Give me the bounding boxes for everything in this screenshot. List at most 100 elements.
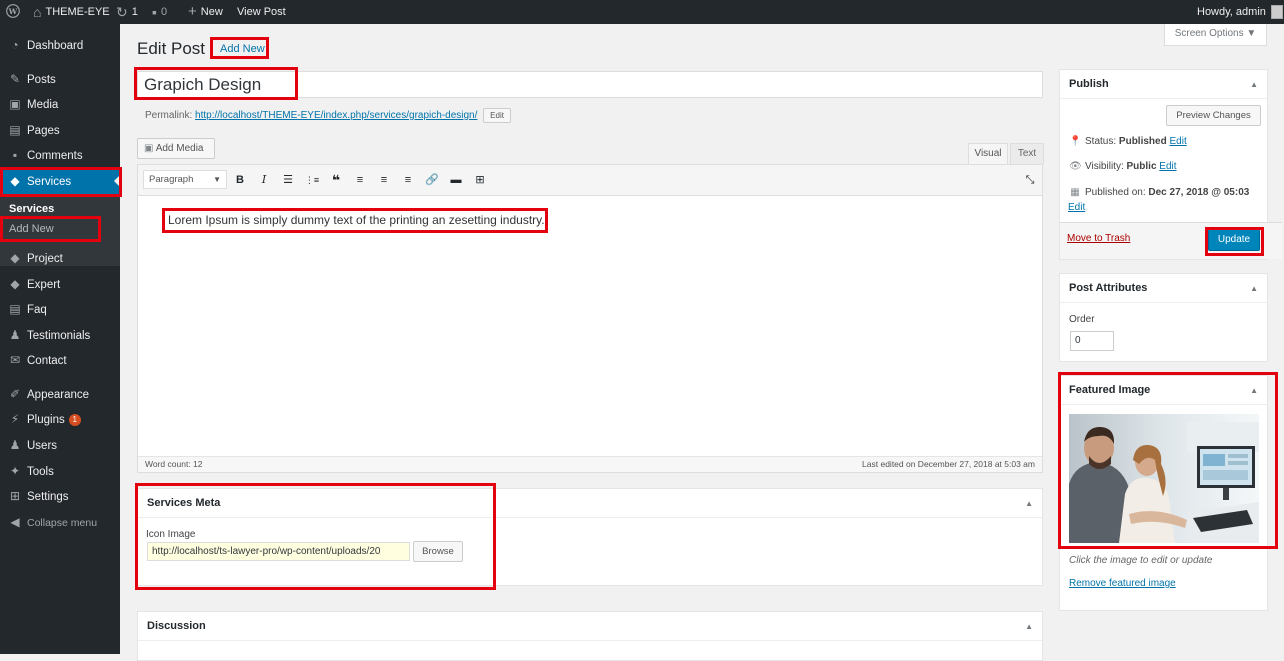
- user-icon: ♟: [9, 328, 21, 342]
- order-input[interactable]: 0: [1070, 331, 1114, 351]
- align-center-icon[interactable]: ≡: [375, 171, 393, 189]
- menu-expert[interactable]: ◆ Expert: [0, 273, 120, 295]
- bold-icon[interactable]: B: [231, 171, 249, 189]
- menu-comments[interactable]: ▪ Comments: [0, 144, 120, 166]
- post-attributes-header[interactable]: Post Attributes ▲: [1060, 274, 1267, 303]
- permalink: Permalink: http://localhost/THEME-EYE/in…: [145, 108, 511, 123]
- comment-icon: ▪: [152, 4, 157, 21]
- published-on-row: ▦ Published on: Dec 27, 2018 @ 05:03: [1070, 187, 1250, 198]
- add-media-button[interactable]: ▣ Add Media: [137, 138, 215, 159]
- email-icon: ✉: [9, 353, 21, 367]
- align-right-icon[interactable]: ≡: [399, 171, 417, 189]
- services-meta-box: Services Meta ▲: [137, 488, 1043, 586]
- menu-contact[interactable]: ✉ Contact: [0, 349, 120, 371]
- plugins-badge: 1: [68, 413, 81, 426]
- editor-status-bar: Word count: 12 Last edited on December 2…: [138, 456, 1042, 472]
- tab-visual[interactable]: Visual: [968, 143, 1008, 164]
- icon-image-label: Icon Image: [146, 529, 196, 540]
- menu-media[interactable]: ▣ Media: [0, 93, 120, 115]
- add-new-post-link[interactable]: Add New: [220, 43, 265, 55]
- page-title: Edit Post: [137, 39, 206, 58]
- caret-down-icon: ▼: [213, 175, 221, 184]
- last-edited: Last edited on December 27, 2018 at 5:03…: [862, 459, 1035, 469]
- menu-collapse[interactable]: ◀ Collapse menu: [0, 511, 120, 533]
- tag-icon: ◆: [10, 251, 20, 265]
- wrench-icon: ✦: [9, 464, 21, 478]
- menu-faq[interactable]: ▤ Faq: [0, 298, 120, 320]
- submenu-add-new[interactable]: Add New: [9, 223, 54, 235]
- featured-image-thumbnail[interactable]: [1069, 414, 1259, 543]
- my-account-link[interactable]: Howdy, admin: [1197, 0, 1283, 24]
- screen-options-button[interactable]: Screen Options ▼: [1164, 24, 1267, 46]
- link-icon[interactable]: 🔗: [423, 171, 441, 189]
- collapse-arrow-icon[interactable]: ▲: [1025, 612, 1033, 641]
- permalink-edit-button[interactable]: Edit: [483, 108, 511, 123]
- home-icon: ⌂: [33, 4, 42, 21]
- browse-button[interactable]: Browse: [413, 541, 463, 562]
- settings-icon: ⊞: [9, 489, 21, 503]
- site-name-link[interactable]: ⌂ THEME-EYE: [33, 0, 110, 24]
- permalink-url[interactable]: http://localhost/THEME-EYE/index.php/ser…: [195, 110, 477, 121]
- menu-pages[interactable]: ▤ Pages: [0, 119, 120, 141]
- discussion-header[interactable]: Discussion ▲: [138, 612, 1042, 641]
- admin-bar: W ⌂ THEME-EYE ↻ 1 ▪ 0 + New View Post Howdy,…: [0, 0, 1284, 24]
- menu-appearance[interactable]: ✐ Appearance: [0, 383, 120, 405]
- align-left-icon[interactable]: ≡: [351, 171, 369, 189]
- services-meta-header[interactable]: Services Meta ▲: [138, 489, 1042, 518]
- toolbar-toggle-icon[interactable]: ⊞: [471, 171, 489, 189]
- comment-icon: ▪: [12, 148, 18, 162]
- plus-icon: +: [188, 3, 197, 21]
- italic-icon[interactable]: I: [255, 171, 273, 189]
- submenu-services[interactable]: Services: [9, 203, 54, 215]
- tab-text[interactable]: Text: [1010, 143, 1044, 164]
- eye-icon: 👁: [1069, 161, 1082, 172]
- menu-settings[interactable]: ⊞ Settings: [0, 485, 120, 507]
- menu-users[interactable]: ♟ Users: [0, 434, 120, 456]
- visibility-edit-link[interactable]: Edit: [1159, 161, 1176, 172]
- menu-dashboard[interactable]: ◔ Dashboard: [0, 34, 120, 56]
- pages-icon: ▤: [9, 123, 21, 137]
- updates-icon: ↻: [116, 4, 128, 21]
- collapse-arrow-icon[interactable]: ▲: [1250, 274, 1258, 303]
- collapse-arrow-icon[interactable]: ▲: [1025, 489, 1033, 518]
- pin-icon: ✎: [9, 72, 21, 86]
- users-icon: ♟: [9, 438, 21, 452]
- comments-link[interactable]: ▪ 0: [152, 0, 167, 24]
- post-title-input[interactable]: Grapich Design: [137, 71, 1043, 98]
- menu-services[interactable]: ◆ Services: [0, 167, 120, 195]
- view-post-link[interactable]: View Post: [237, 0, 286, 24]
- published-on-edit-link[interactable]: Edit: [1068, 202, 1085, 213]
- menu-plugins[interactable]: ⚡ Plugins 1: [0, 408, 120, 430]
- collapse-arrow-icon[interactable]: ▲: [1250, 376, 1258, 405]
- faq-icon: ▤: [9, 302, 21, 316]
- remove-featured-image-link[interactable]: Remove featured image: [1069, 578, 1176, 589]
- preview-changes-button[interactable]: Preview Changes: [1166, 105, 1261, 126]
- avatar: [1270, 5, 1283, 20]
- status-edit-link[interactable]: Edit: [1170, 136, 1187, 147]
- editor-body[interactable]: Lorem Ipsum is simply dummy text of the …: [138, 196, 1042, 458]
- menu-posts[interactable]: ✎ Posts: [0, 68, 120, 90]
- menu-tools[interactable]: ✦ Tools: [0, 460, 120, 482]
- icon-image-input[interactable]: http://localhost/ts-lawyer-pro/wp-conten…: [147, 542, 410, 561]
- calendar-icon: ▦: [1070, 187, 1080, 198]
- publish-header[interactable]: Publish ▲: [1060, 70, 1267, 99]
- pin-icon: 📍: [1069, 136, 1082, 147]
- menu-testimonials[interactable]: ♟ Testimonials: [0, 324, 120, 346]
- tag-icon: ◆: [10, 174, 20, 188]
- bullet-list-icon[interactable]: ☰: [279, 171, 297, 189]
- fullscreen-icon[interactable]: ⤡: [1021, 171, 1039, 189]
- format-select[interactable]: Paragraph ▼: [143, 170, 227, 189]
- numbered-list-icon[interactable]: ⋮≡: [303, 171, 321, 189]
- caret-down-icon: ▼: [1246, 28, 1257, 39]
- read-more-icon[interactable]: ▬: [447, 171, 465, 189]
- featured-image-header[interactable]: Featured Image ▲: [1060, 376, 1267, 405]
- new-content-link[interactable]: + New: [188, 0, 223, 24]
- wordpress-logo-icon[interactable]: W: [6, 0, 20, 24]
- blockquote-icon[interactable]: ❝: [327, 171, 345, 189]
- menu-project[interactable]: ◆ Project: [0, 247, 120, 269]
- update-button[interactable]: Update: [1208, 229, 1260, 251]
- collapse-arrow-icon[interactable]: ▲: [1250, 70, 1258, 99]
- updates-link[interactable]: ↻ 1: [116, 0, 138, 24]
- move-to-trash-link[interactable]: Move to Trash: [1067, 233, 1130, 244]
- editor-toolbar: Paragraph ▼ B I ☰ ⋮≡ ❝ ≡ ≡ ≡ 🔗 ▬ ⊞ ⤡: [138, 165, 1042, 196]
